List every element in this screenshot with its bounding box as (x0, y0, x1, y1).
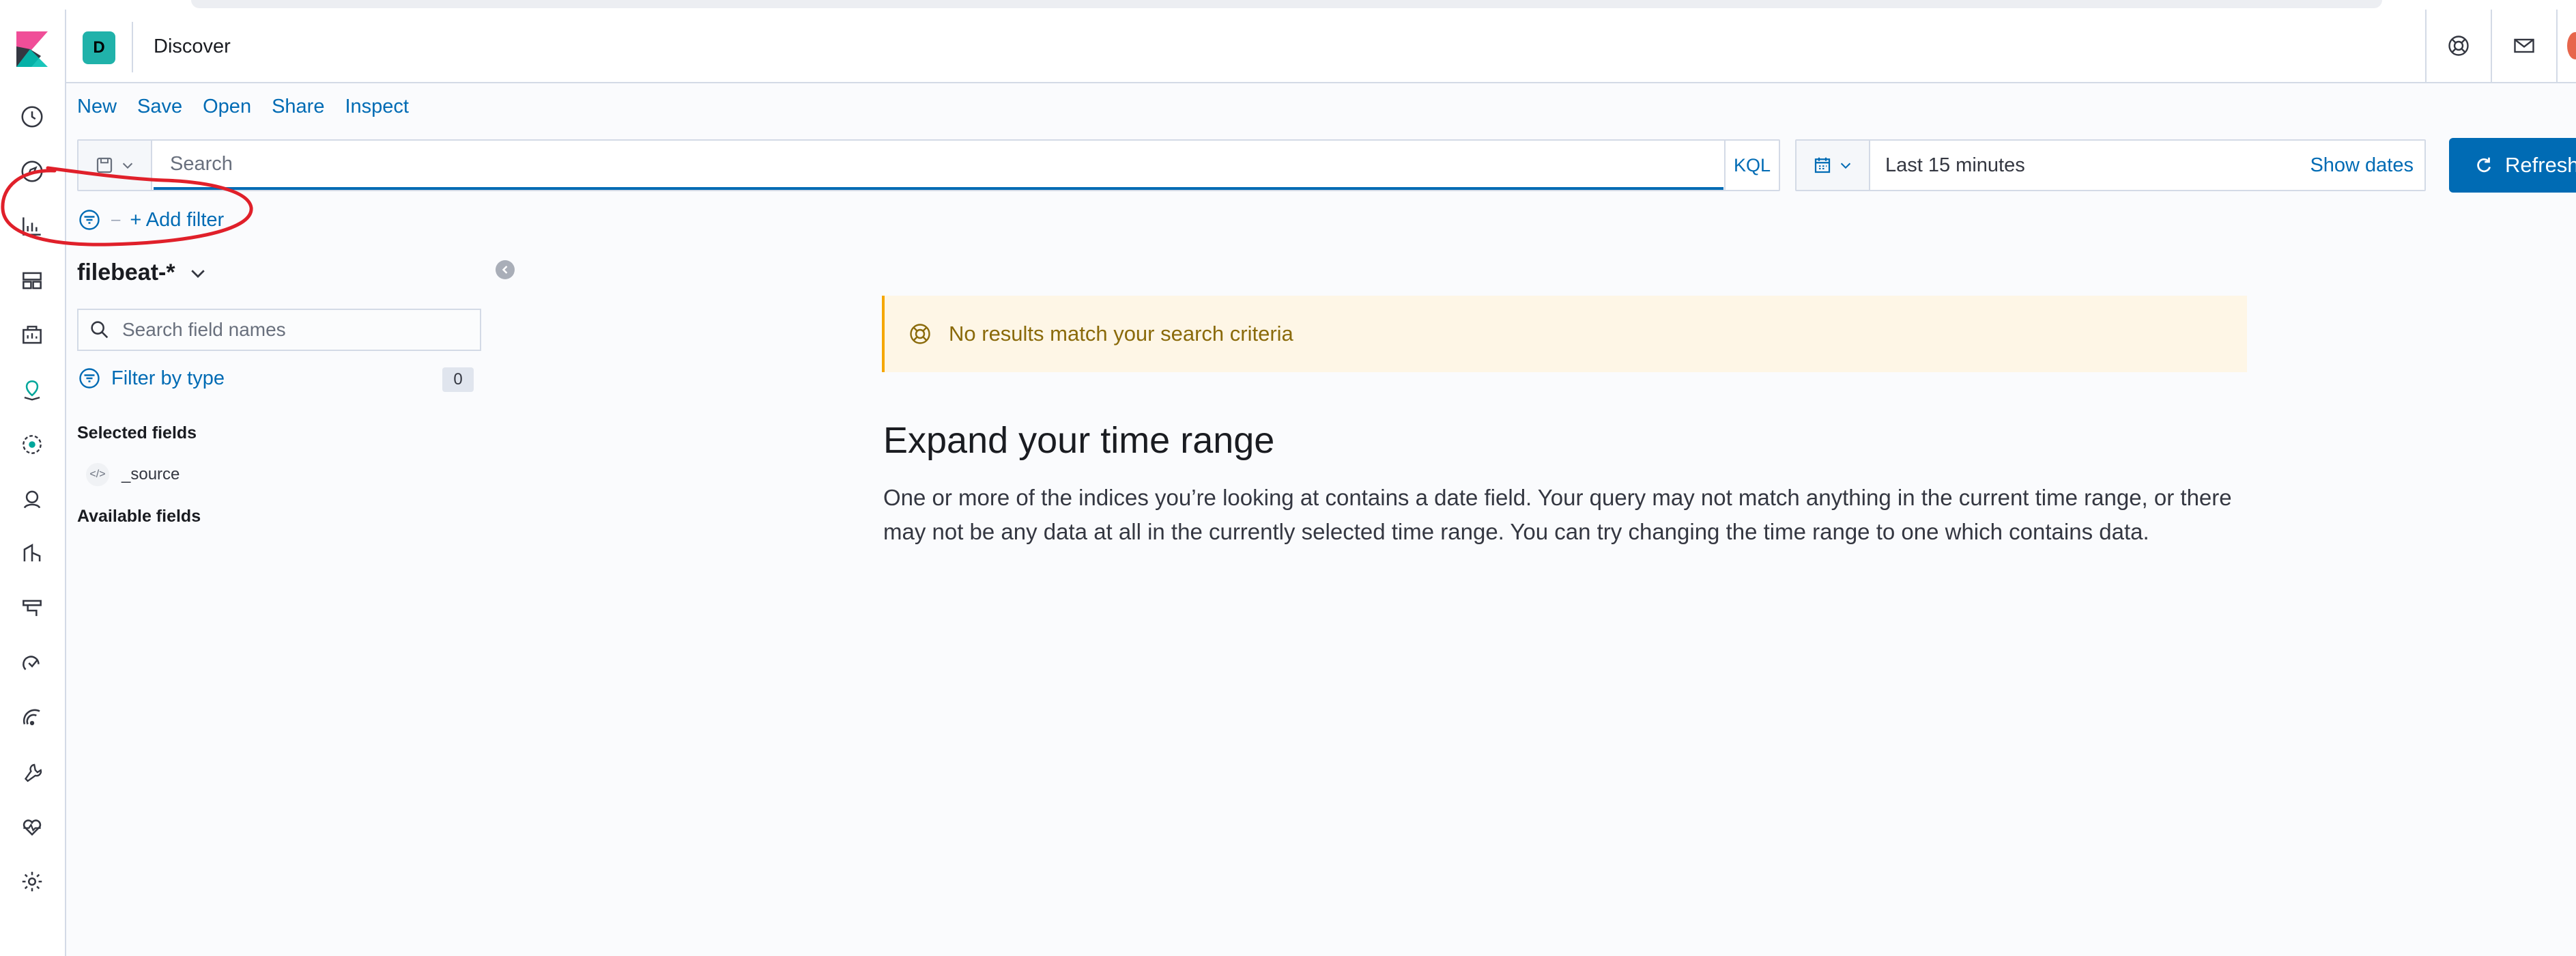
filter-icon (79, 368, 100, 389)
open-button[interactable]: Open (203, 96, 251, 123)
refresh-button[interactable]: Refresh (2449, 138, 2576, 193)
save-disk-icon (96, 157, 113, 173)
query-bar: KQL (77, 139, 1780, 191)
filter-by-type-button[interactable]: Filter by type (77, 366, 225, 391)
field-list-item[interactable]: </> _source (86, 463, 180, 486)
new-button[interactable]: New (77, 96, 117, 123)
field-search-input[interactable] (121, 310, 476, 350)
search-input[interactable] (154, 141, 1723, 190)
filter-by-type-label: Filter by type (111, 367, 225, 389)
space-avatar[interactable]: D (83, 31, 115, 64)
browser-tab-edge (191, 0, 2382, 8)
query-language-button[interactable]: KQL (1724, 141, 1779, 190)
infrastructure-icon[interactable] (16, 593, 48, 624)
chevron-down-icon (190, 269, 205, 278)
recently-viewed-clock-icon[interactable] (16, 101, 48, 132)
uptime-icon[interactable] (16, 702, 48, 733)
dashboard-icon[interactable] (16, 265, 48, 296)
visualize-chart-icon[interactable] (16, 210, 48, 242)
ml-icon[interactable] (16, 429, 48, 460)
mail-icon (2514, 38, 2534, 53)
browser-chrome-strip (0, 0, 2576, 10)
show-dates-link[interactable]: Show dates (2310, 154, 2414, 177)
newsfeed-button[interactable] (2491, 10, 2556, 82)
header-divider (132, 22, 133, 72)
callout-text: No results match your search criteria (949, 322, 1293, 346)
chevron-down-icon (122, 163, 133, 169)
available-fields-title: Available fields (77, 507, 201, 526)
refresh-icon (2477, 157, 2491, 173)
top-nav-menu: New Save Open Share Inspect (77, 96, 409, 123)
app-header: D Discover (66, 10, 2576, 83)
search-icon (91, 321, 109, 339)
index-pattern-name: filebeat-* (77, 259, 175, 285)
apm-icon[interactable] (16, 647, 48, 679)
chevron-down-icon (1840, 163, 1851, 169)
siem-icon[interactable] (16, 483, 48, 515)
discover-compass-icon[interactable] (16, 156, 48, 187)
quick-menu-button[interactable] (1797, 141, 1870, 190)
user-avatar (2567, 32, 2576, 59)
inspect-button[interactable]: Inspect (345, 96, 409, 123)
save-button[interactable]: Save (137, 96, 182, 123)
page-title: Discover (154, 36, 231, 57)
help-button[interactable] (2425, 10, 2491, 82)
date-range-text[interactable]: Last 15 minutes (1885, 154, 2025, 177)
collapse-sidebar-button[interactable] (496, 260, 515, 279)
user-menu-button[interactable] (2556, 10, 2576, 82)
left-nav (0, 10, 66, 956)
share-button[interactable]: Share (272, 96, 324, 123)
dev-tools-wrench-icon[interactable] (16, 757, 48, 788)
maps-icon[interactable] (16, 374, 48, 406)
management-gear-icon[interactable] (16, 866, 48, 897)
kibana-logo-icon[interactable] (16, 31, 48, 67)
empty-state-body: One or more of the indices you’re lookin… (883, 485, 2232, 544)
field-search (77, 309, 481, 351)
canvas-icon[interactable] (16, 320, 48, 351)
filter-bar: – + Add filter (77, 205, 224, 235)
index-pattern-selector[interactable]: filebeat-* (77, 259, 208, 286)
filter-divider: – (111, 210, 121, 229)
field-name: _source (121, 465, 180, 483)
saved-query-button[interactable] (78, 141, 152, 190)
help-lifebuoy-icon (2448, 36, 2469, 56)
refresh-label: Refresh (2505, 153, 2576, 177)
filter-type-count-badge: 0 (442, 367, 474, 392)
filter-options-icon[interactable] (77, 208, 102, 232)
no-results-callout: No results match your search criteria (882, 296, 2247, 372)
selected-fields-title: Selected fields (77, 423, 197, 442)
date-picker: Last 15 minutes Show dates (1795, 139, 2426, 191)
empty-state-title: Expand your time range (883, 420, 1275, 461)
calendar-icon (1814, 157, 1831, 173)
add-filter-button[interactable]: + Add filter (130, 209, 224, 231)
stack-monitoring-icon[interactable] (16, 811, 48, 843)
help-lifebuoy-icon (910, 324, 930, 344)
source-field-icon: </> (86, 463, 109, 486)
logs-icon[interactable] (16, 538, 48, 570)
chevron-left-icon (502, 266, 508, 274)
